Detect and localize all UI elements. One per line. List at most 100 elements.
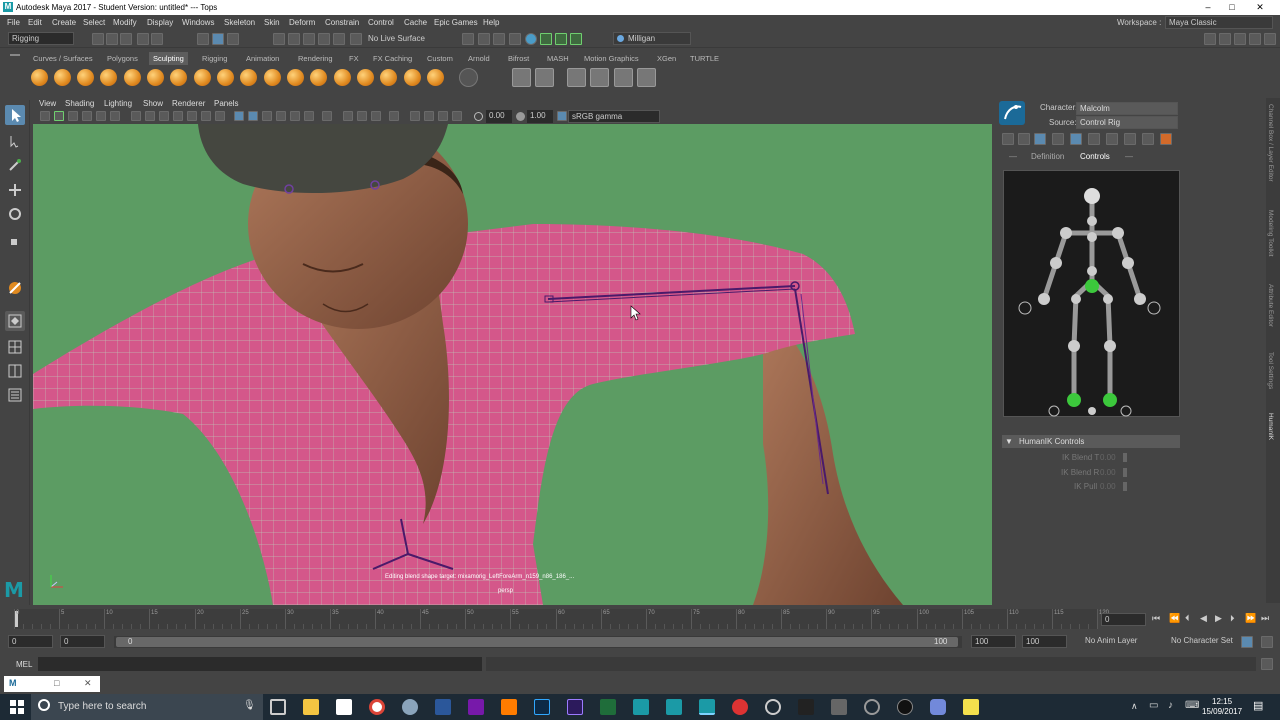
go-to-end-button[interactable]: ⏭ [1261, 613, 1269, 624]
wax-tool-icon[interactable] [264, 69, 281, 86]
fill-tool-icon[interactable] [310, 69, 327, 86]
knife-tool-icon[interactable] [334, 69, 351, 86]
motion-blur-icon[interactable] [322, 111, 332, 121]
two-d-pan-icon[interactable] [96, 111, 106, 121]
gate-mask-icon[interactable] [173, 111, 183, 121]
photoshop-icon[interactable] [534, 699, 550, 715]
side-tab-channel-box[interactable]: Channel Box / Layer Editor [1267, 104, 1274, 182]
rotate-tool-icon[interactable] [5, 204, 25, 224]
xray-active-icon[interactable] [389, 111, 399, 121]
range-slider-bar[interactable]: 0 100 [116, 637, 958, 647]
param-value-ik-pull[interactable]: 0.00 [1100, 482, 1116, 491]
unreal-engine-icon[interactable] [897, 699, 913, 715]
clock-date[interactable]: 15/09/2017 [1202, 707, 1242, 716]
scale-tool-icon[interactable] [5, 231, 25, 251]
shelf-tab-fx-caching[interactable]: FX Caching [373, 52, 412, 65]
xray-joints-icon[interactable] [371, 111, 381, 121]
character-dropdown[interactable]: Malcolm [1076, 102, 1178, 115]
toggle-modeling-toolkit-icon[interactable] [540, 33, 552, 45]
convert-to-frozen-icon[interactable] [459, 68, 478, 87]
shelf-tab-motion-graphics[interactable]: Motion Graphics [584, 52, 639, 65]
ik-blend-t-slider[interactable] [1123, 453, 1127, 462]
shape-editor-icon[interactable] [535, 68, 554, 87]
shelf-tab-rigging[interactable]: Rigging [202, 52, 227, 65]
key-body-part-icon[interactable] [1124, 133, 1136, 145]
time-slider-track[interactable]: 0 5 10 15 20 25 30 35 40 45 50 55 60 65 70 75 80 85 90 95 10… [14, 609, 1109, 629]
file-explorer-icon[interactable] [303, 699, 319, 715]
minimize-button[interactable]: – [1196, 0, 1220, 15]
render-view-icon[interactable] [478, 33, 490, 45]
spray-tool-icon[interactable] [194, 69, 211, 86]
lights-icon[interactable] [276, 111, 286, 121]
shelf-tab-custom[interactable]: Custom [427, 52, 453, 65]
step-forward-frame-button[interactable]: ⏵ [1230, 613, 1235, 624]
menu-display[interactable]: Display [147, 15, 173, 30]
bulge-tool-icon[interactable] [380, 69, 397, 86]
taskbar-search-box[interactable]: Type here to search 🎙 [31, 694, 263, 720]
illustrator-icon[interactable] [501, 699, 517, 715]
fk-mode-icon[interactable] [1088, 133, 1100, 145]
textured-icon[interactable] [262, 111, 272, 121]
render-settings-icon[interactable] [509, 33, 521, 45]
chrome-icon[interactable] [369, 699, 385, 715]
clock-time[interactable]: 12:15 [1212, 697, 1232, 706]
character-set-dropdown[interactable]: No Character Set [1168, 635, 1238, 648]
ipr-render-icon[interactable] [493, 33, 505, 45]
exposure-field[interactable]: 0.00 [486, 110, 512, 123]
scrape-tool-icon[interactable] [287, 69, 304, 86]
layout-outliner-icon[interactable] [1249, 33, 1261, 45]
maya-taskbar-icon-2[interactable] [666, 699, 682, 715]
playback-start-field[interactable]: 0 [60, 635, 105, 648]
outliner-icon[interactable] [5, 385, 25, 405]
param-value-ik-blend-t[interactable]: 0.00 [1100, 453, 1116, 462]
anim-layer-dropdown[interactable]: No Anim Layer [1082, 635, 1162, 648]
shelf-tab-turtle[interactable]: TURTLE [690, 52, 719, 65]
multisample-icon[interactable] [410, 111, 420, 121]
viewport-menu-renderer[interactable]: Renderer [172, 98, 205, 109]
command-language-label[interactable]: MEL [16, 660, 32, 669]
layout-quad-icon[interactable] [5, 337, 25, 357]
grab-tool-icon[interactable] [100, 69, 117, 86]
pin-rotation-icon[interactable] [1018, 133, 1030, 145]
app-icon-2[interactable] [600, 699, 616, 715]
soft-select-icon[interactable] [5, 311, 25, 331]
flatten-tool-icon[interactable] [147, 69, 164, 86]
menu-create[interactable]: Create [52, 15, 76, 30]
layout-single-icon[interactable] [1204, 33, 1216, 45]
scene-view[interactable]: Editing blend shape target: mixamorig_Le… [33, 119, 992, 605]
step-back-key-button[interactable]: ⏪ [1169, 613, 1180, 624]
viewport-menu-panels[interactable]: Panels [214, 98, 238, 109]
image-plane-icon[interactable] [82, 111, 92, 121]
safe-action-icon[interactable] [201, 111, 211, 121]
foamy-tool-icon[interactable] [170, 69, 187, 86]
microphone-icon[interactable]: 🎙 [243, 700, 256, 711]
pinch-tool-icon[interactable] [124, 69, 141, 86]
time-slider[interactable]: 0 5 10 15 20 25 30 35 40 45 50 55 60 65 70 75 80 85 90 95 10… [0, 605, 1280, 632]
ik-pull-slider[interactable] [1123, 482, 1127, 491]
layout-four-icon[interactable] [1219, 33, 1231, 45]
isolate-select-icon[interactable] [343, 111, 353, 121]
flip-target-icon[interactable] [637, 68, 656, 87]
last-tool-icon[interactable] [5, 278, 25, 298]
viewport-menu-view[interactable]: View [39, 98, 56, 109]
play-forwards-button[interactable]: ▶ [1215, 613, 1222, 624]
film-gate-icon[interactable] [145, 111, 155, 121]
show-hidden-icons-icon[interactable]: ∧ [1131, 701, 1138, 712]
premiere-icon[interactable] [567, 699, 583, 715]
source-dropdown[interactable]: Control Rig [1076, 116, 1178, 129]
menu-help[interactable]: Help [483, 15, 499, 30]
viewport-menu-show[interactable]: Show [143, 98, 163, 109]
color-management-icon[interactable] [557, 111, 567, 121]
field-chart-icon[interactable] [187, 111, 197, 121]
camera-attributes-icon[interactable] [54, 111, 64, 121]
play-backwards-button[interactable]: ◀ [1200, 613, 1207, 624]
app-icon-6[interactable] [831, 699, 847, 715]
action-center-icon[interactable]: ▤ [1253, 699, 1263, 712]
app-icon-7[interactable] [864, 699, 880, 715]
magnet-icon[interactable] [350, 33, 362, 45]
select-hierarchy-icon[interactable] [197, 33, 209, 45]
open-scene-icon[interactable] [106, 33, 118, 45]
side-tab-modeling-toolkit[interactable]: Modeling Toolkit [1267, 210, 1274, 257]
body-part-mode-icon[interactable] [1052, 133, 1064, 145]
bookmarks-icon[interactable] [68, 111, 78, 121]
